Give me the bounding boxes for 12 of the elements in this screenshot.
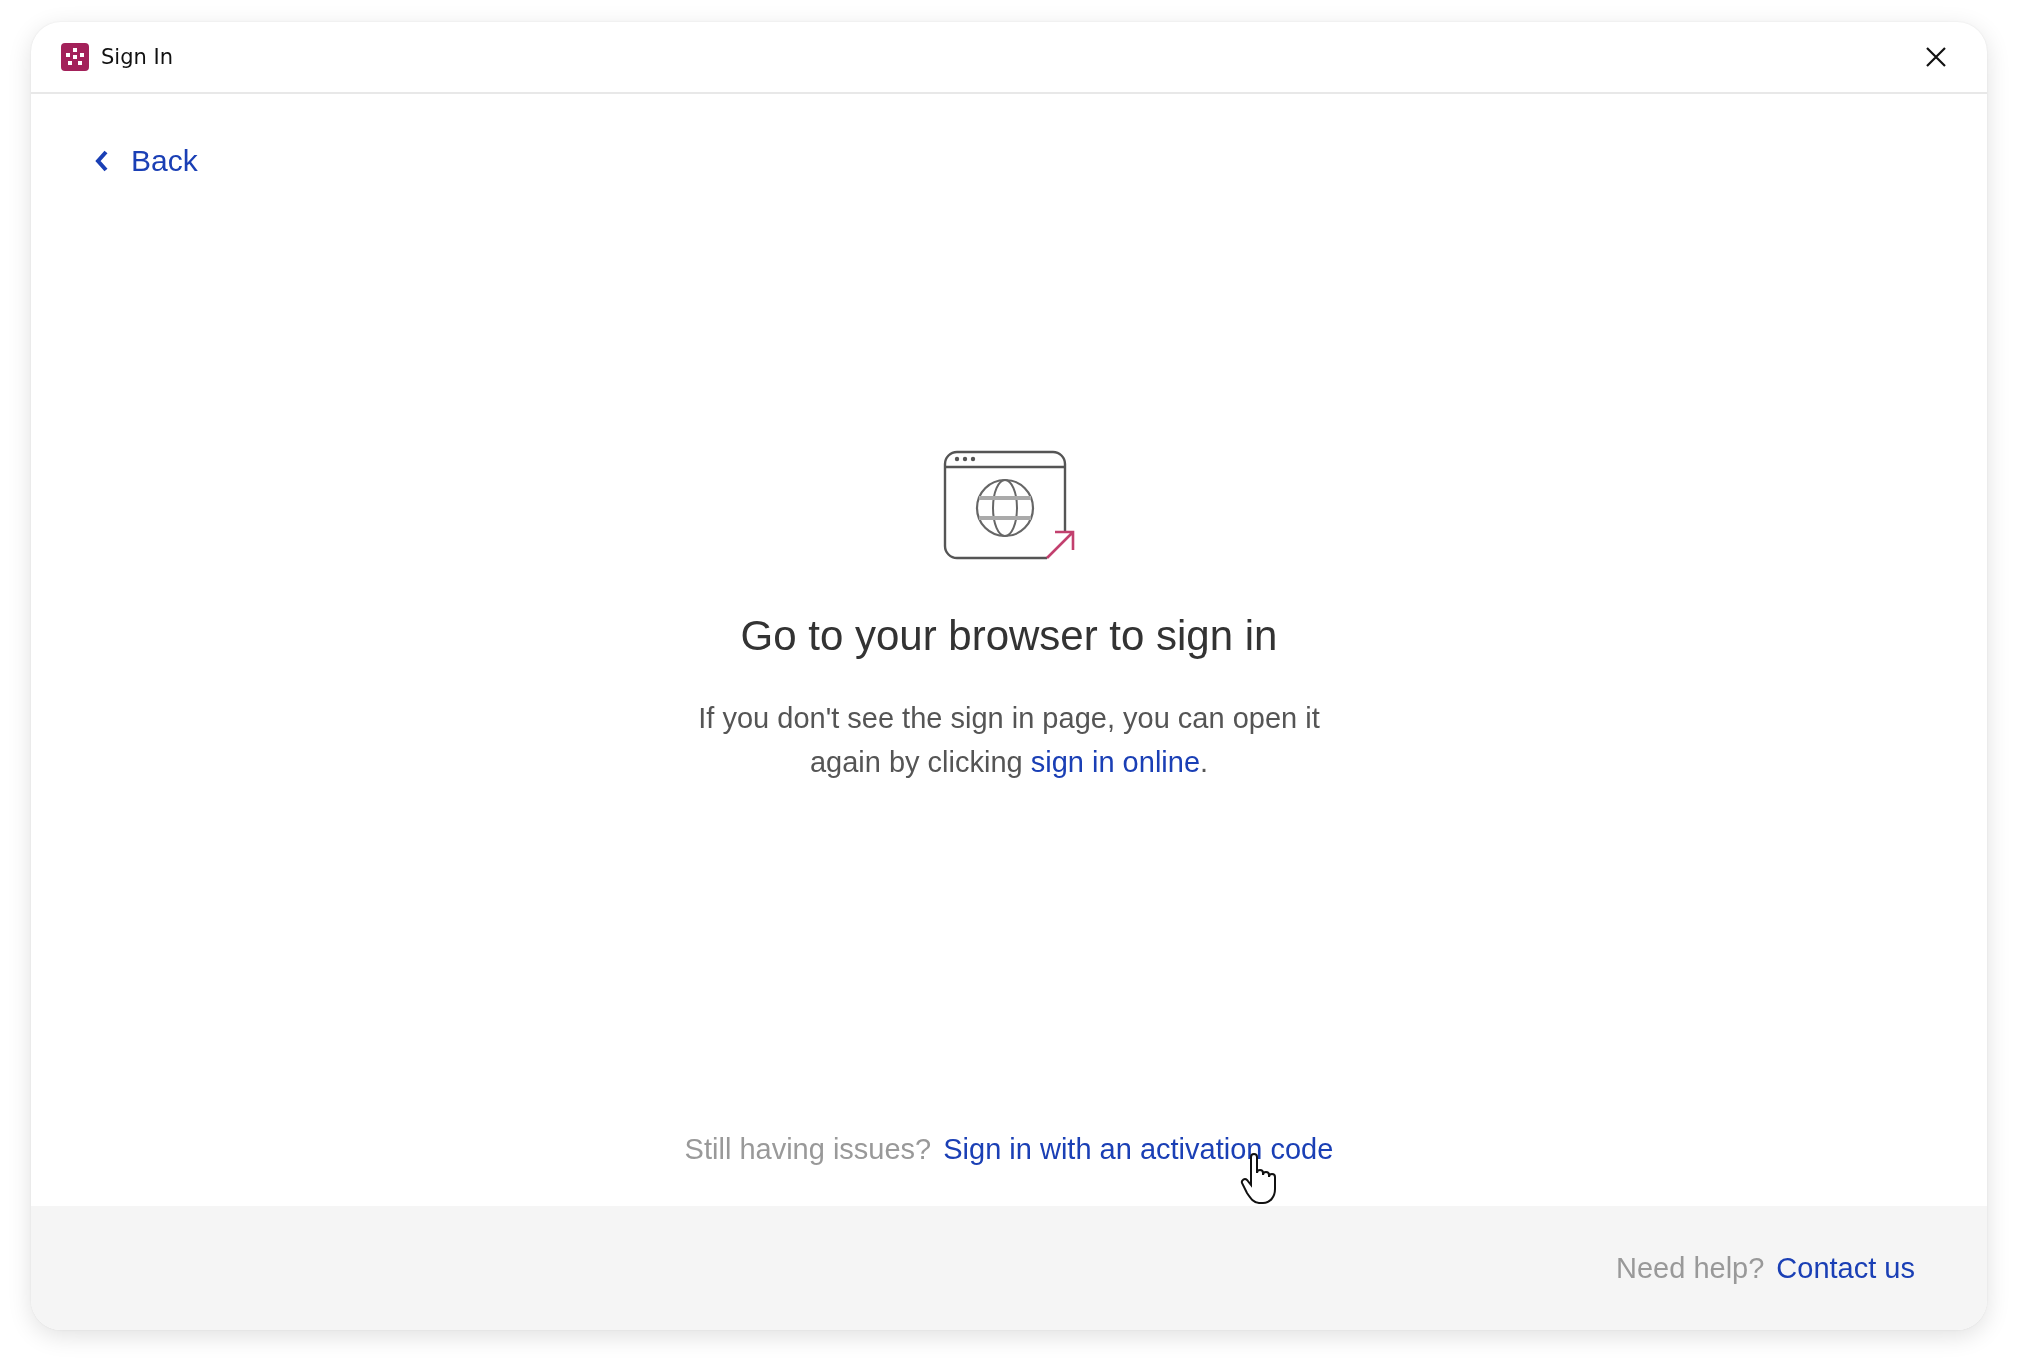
- app-logo-icon: [61, 43, 89, 71]
- window-title: Sign In: [101, 45, 174, 69]
- contact-us-link[interactable]: Contact us: [1776, 1251, 1915, 1285]
- instruction-text: If you don't see the sign in page, you can open it again by clicking sign in online.: [697, 701, 1321, 780]
- activation-code-link[interactable]: Sign in with an activation code: [943, 1133, 1334, 1166]
- browser-globe-icon: [943, 450, 1075, 560]
- heading: Go to your browser to sign in: [740, 612, 1278, 660]
- help-prompt: Need help?: [1616, 1251, 1765, 1285]
- issues-prompt: Still having issues?: [684, 1133, 932, 1166]
- back-button[interactable]: Back: [95, 144, 198, 178]
- chevron-left-icon: [95, 150, 109, 172]
- sign-in-online-link[interactable]: sign in online: [1030, 746, 1201, 778]
